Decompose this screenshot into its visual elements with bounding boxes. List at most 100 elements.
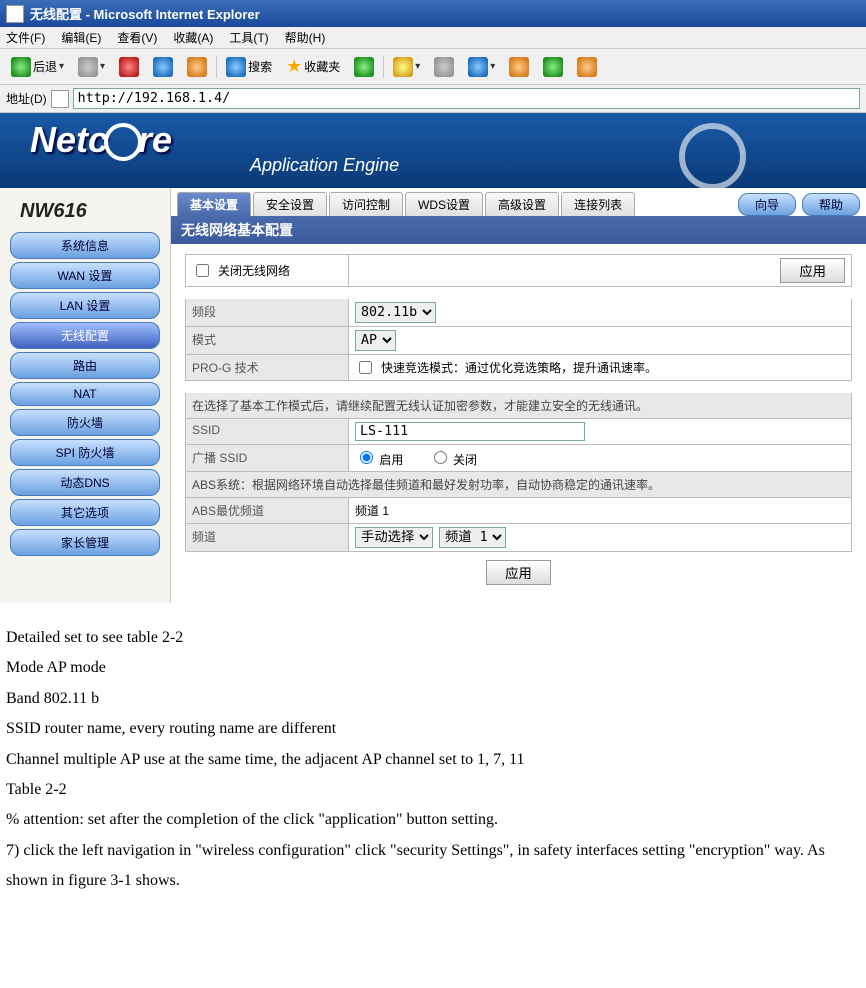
sidebar-item-1[interactable]: WAN 设置	[10, 262, 160, 289]
tab-0[interactable]: 基本设置	[177, 192, 251, 216]
abs-best-label: ABS最优频道	[186, 498, 349, 523]
apply-button-bottom[interactable]: 应用	[486, 560, 551, 585]
band-label: 频段	[186, 299, 349, 326]
channel-mode-select[interactable]: 手动选择	[355, 527, 433, 548]
toolbar: 后退▾ ▾ 搜索 ★收藏夹 ▾ ▾	[0, 49, 866, 85]
mode-select[interactable]: AP	[355, 330, 396, 351]
tab-1[interactable]: 安全设置	[253, 192, 327, 216]
apply-button-top[interactable]: 应用	[780, 258, 845, 283]
menu-favorites[interactable]: 收藏(A)	[173, 29, 213, 46]
stop-button[interactable]	[114, 54, 144, 80]
broadcast-enable-option[interactable]: 启用	[355, 448, 403, 468]
discuss-icon	[509, 57, 529, 77]
menu-bar: 文件(F) 编辑(E) 查看(V) 收藏(A) 工具(T) 帮助(H)	[0, 27, 866, 49]
tab-bar: 基本设置安全设置访问控制WDS设置高级设置连接列表 向导 帮助	[171, 188, 866, 216]
menu-edit[interactable]: 编辑(E)	[61, 29, 101, 46]
address-bar: 地址(D)	[0, 85, 866, 113]
band-select[interactable]: 802.11b	[355, 302, 436, 323]
menu-tools[interactable]: 工具(T)	[229, 29, 268, 46]
doc-line: 7) click the left navigation in "wireles…	[6, 836, 860, 897]
star-icon: ★	[286, 56, 302, 77]
refresh-button[interactable]	[148, 54, 178, 80]
abs-note: ABS系统：根据网络环境自动选择最佳频道和最好发射功率，自动协商稳定的通讯速率。	[185, 472, 852, 498]
window-titlebar: 无线配置 - Microsoft Internet Explorer	[0, 0, 866, 27]
sidebar-item-3[interactable]: 无线配置	[10, 322, 160, 349]
forward-icon	[78, 57, 98, 77]
prog-text: 快速竞选模式：通过优化竞选策略，提升通讯速率。	[381, 359, 657, 376]
banner: Netcre Application Engine	[0, 113, 866, 188]
address-input[interactable]	[73, 88, 860, 109]
doc-line: % attention: set after the completion of…	[6, 805, 860, 835]
channel-value-select[interactable]: 频道 1	[439, 527, 506, 548]
back-icon	[11, 57, 31, 77]
sidebar-item-9[interactable]: 其它选项	[10, 499, 160, 526]
prog-label: PRO-G 技术	[186, 355, 349, 380]
mail-icon	[393, 57, 413, 77]
security-note: 在选择了基本工作模式后，请继续配置无线认证加密参数，才能建立安全的无线通讯。	[185, 393, 852, 419]
decor-ring-icon	[679, 123, 746, 188]
menu-help[interactable]: 帮助(H)	[285, 29, 326, 46]
doc-line: Table 2-2	[6, 775, 860, 805]
close-wifi-label: 关闭无线网络	[218, 262, 290, 279]
favorites-button[interactable]: ★收藏夹	[281, 53, 345, 80]
tab-3[interactable]: WDS设置	[405, 192, 483, 216]
help-button[interactable]: 帮助	[802, 193, 860, 216]
disable-radio[interactable]	[434, 451, 447, 464]
abs-best-value: 频道 1	[349, 498, 851, 523]
home-icon	[187, 57, 207, 77]
app-icon	[6, 5, 24, 23]
research-icon	[577, 57, 597, 77]
edit-button[interactable]: ▾	[463, 54, 500, 80]
mode-label: 模式	[186, 327, 349, 354]
ssid-label: SSID	[186, 419, 349, 444]
enable-radio[interactable]	[360, 451, 373, 464]
stop-icon	[119, 57, 139, 77]
back-button[interactable]: 后退▾	[6, 54, 69, 80]
search-icon	[226, 57, 246, 77]
history-button[interactable]	[349, 54, 379, 80]
prog-checkbox[interactable]	[359, 361, 372, 374]
sidebar-item-5[interactable]: NAT	[10, 382, 160, 406]
doc-line: Detailed set to see table 2-2	[6, 623, 860, 653]
search-button[interactable]: 搜索	[221, 54, 277, 80]
doc-line: Band 802.11 b	[6, 684, 860, 714]
sidebar-item-10[interactable]: 家长管理	[10, 529, 160, 556]
messenger-button[interactable]	[538, 54, 568, 80]
tab-4[interactable]: 高级设置	[485, 192, 559, 216]
document-text: Detailed set to see table 2-2 Mode AP mo…	[0, 603, 866, 917]
research-button[interactable]	[572, 54, 602, 80]
word-icon	[468, 57, 488, 77]
discuss-button[interactable]	[504, 54, 534, 80]
menu-view[interactable]: 查看(V)	[117, 29, 157, 46]
sidebar-item-2[interactable]: LAN 设置	[10, 292, 160, 319]
forward-button[interactable]: ▾	[73, 54, 110, 80]
print-icon	[434, 57, 454, 77]
ssid-input[interactable]	[355, 422, 585, 441]
main-panel: 基本设置安全设置访问控制WDS设置高级设置连接列表 向导 帮助 无线网络基本配置…	[171, 188, 866, 603]
address-label: 地址(D)	[6, 90, 47, 107]
history-icon	[354, 57, 374, 77]
wizard-button[interactable]: 向导	[738, 193, 796, 216]
messenger-icon	[543, 57, 563, 77]
sidebar-item-8[interactable]: 动态DNS	[10, 469, 160, 496]
broadcast-label: 广播 SSID	[186, 445, 349, 471]
print-button[interactable]	[429, 54, 459, 80]
window-title: 无线配置 - Microsoft Internet Explorer	[30, 4, 260, 23]
home-button[interactable]	[182, 54, 212, 80]
sidebar-item-7[interactable]: SPI 防火墙	[10, 439, 160, 466]
menu-file[interactable]: 文件(F)	[6, 29, 45, 46]
broadcast-disable-option[interactable]: 关闭	[429, 448, 477, 468]
sidebar-item-4[interactable]: 路由	[10, 352, 160, 379]
close-wifi-checkbox[interactable]	[196, 264, 209, 277]
section-title: 无线网络基本配置	[171, 216, 866, 244]
sidebar-item-0[interactable]: 系统信息	[10, 232, 160, 259]
chevron-down-icon: ▾	[59, 61, 64, 72]
refresh-icon	[153, 57, 173, 77]
page-icon	[51, 90, 69, 108]
sidebar-item-6[interactable]: 防火墙	[10, 409, 160, 436]
tab-2[interactable]: 访问控制	[329, 192, 403, 216]
doc-line: Channel multiple AP use at the same time…	[6, 745, 860, 775]
doc-line: Mode AP mode	[6, 653, 860, 683]
mail-button[interactable]: ▾	[388, 54, 425, 80]
tab-5[interactable]: 连接列表	[561, 192, 635, 216]
